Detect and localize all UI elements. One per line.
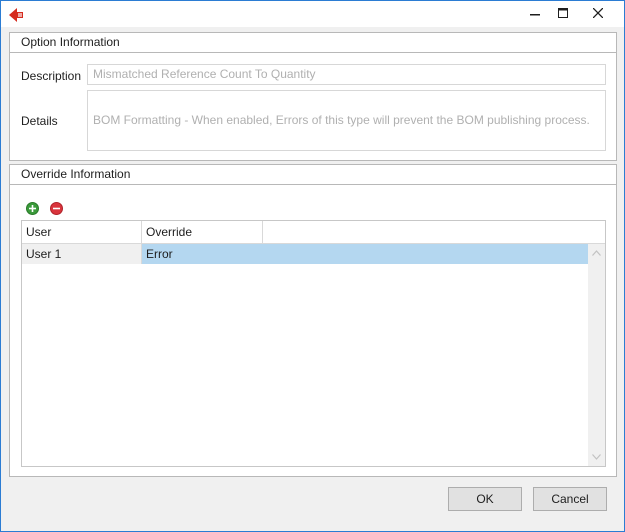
scroll-up-icon <box>592 250 601 256</box>
close-icon <box>593 8 603 18</box>
cell-override[interactable]: Error <box>142 244 263 264</box>
ok-button[interactable]: OK <box>448 487 522 511</box>
remove-circle-icon[interactable] <box>50 202 63 215</box>
vertical-scrollbar[interactable] <box>588 244 605 466</box>
cell-user[interactable]: User 1 <box>22 244 142 264</box>
table-row[interactable]: User 1 Error <box>22 244 588 264</box>
minimize-icon <box>530 14 540 16</box>
app-logo-icon <box>8 7 24 23</box>
column-header-override[interactable]: Override <box>142 221 263 243</box>
column-header-filler <box>263 221 605 243</box>
maximize-icon <box>558 8 568 18</box>
dialog-window: Option Information Description Mismatche… <box>0 0 625 532</box>
maximize-button[interactable] <box>544 1 582 25</box>
details-field[interactable]: BOM Formatting - When enabled, Errors of… <box>87 90 606 151</box>
override-information-group: Override Information User Override User … <box>9 164 617 477</box>
scroll-down-icon <box>592 454 601 460</box>
cancel-button[interactable]: Cancel <box>533 487 607 511</box>
description-label: Description <box>21 69 82 83</box>
cell-filler[interactable] <box>263 244 588 264</box>
override-grid[interactable]: User Override User 1 Error <box>21 220 606 467</box>
option-information-group: Option Information Description Mismatche… <box>9 32 617 161</box>
option-information-header: Option Information <box>10 33 616 53</box>
add-circle-icon[interactable] <box>26 202 39 215</box>
grid-header: User Override <box>22 221 605 244</box>
override-information-header: Override Information <box>10 165 616 185</box>
column-header-user[interactable]: User <box>22 221 142 243</box>
description-field[interactable]: Mismatched Reference Count To Quantity <box>87 64 606 85</box>
details-label: Details <box>21 114 58 128</box>
title-bar[interactable] <box>1 1 624 27</box>
close-button[interactable] <box>579 1 617 25</box>
